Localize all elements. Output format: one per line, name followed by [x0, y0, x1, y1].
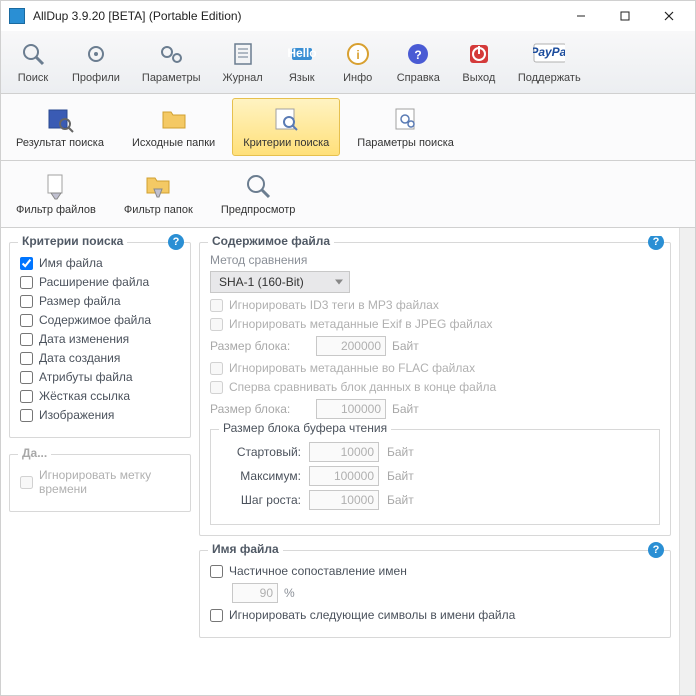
folder-icon — [158, 103, 190, 135]
criteria-item[interactable]: Расширение файла — [20, 275, 180, 289]
tb-exit[interactable]: Выход — [451, 33, 507, 91]
partial-match[interactable]: Частичное сопоставление имен — [210, 564, 660, 578]
filename-title: Имя файла — [208, 542, 283, 556]
lang-icon: Hello — [286, 38, 318, 70]
tb-results[interactable]: Результат поиска — [5, 98, 115, 156]
app-icon — [9, 8, 25, 24]
svg-text:Hello: Hello — [288, 46, 316, 60]
buffer-fieldset: Размер блока буфера чтения Стартовый:Бай… — [210, 429, 660, 525]
close-button[interactable] — [647, 2, 691, 30]
criteria-item[interactable]: Размер файла — [20, 294, 180, 308]
tb-file-filter[interactable]: Фильтр файлов — [5, 165, 107, 223]
info-icon: i — [342, 38, 374, 70]
tb-donate[interactable]: PayPal Поддержать — [507, 33, 592, 91]
help-icon[interactable]: ? — [168, 234, 184, 250]
search-params-icon — [390, 103, 422, 135]
criteria-title: Критерии поиска — [18, 234, 127, 248]
percent-input — [232, 583, 278, 603]
svg-text:PayPal: PayPal — [533, 45, 565, 59]
block-size-input — [316, 336, 386, 356]
content-area: Критерии поиска ? Имя файла Расширение ф… — [1, 228, 679, 695]
percent-row: % — [232, 583, 660, 603]
tb-search-params[interactable]: Параметры поиска — [346, 98, 465, 156]
tb-help[interactable]: ? Справка — [386, 33, 451, 91]
buffer-start — [309, 442, 379, 462]
criteria-icon — [270, 103, 302, 135]
ignore-flac: Игнорировать метаданные во FLAC файлах — [210, 361, 660, 375]
tb-preview[interactable]: Предпросмотр — [210, 165, 307, 223]
tb-criteria[interactable]: Критерии поиска — [232, 98, 340, 156]
block-size-2: Размер блока: Байт — [210, 399, 660, 419]
minimize-button[interactable] — [559, 2, 603, 30]
date-title: Да... — [18, 446, 51, 460]
exit-icon — [463, 38, 495, 70]
ignore-timestamp: Игнорировать метку времени — [20, 468, 180, 496]
ignore-exif: Игнорировать метаданные Exif в JPEG файл… — [210, 317, 660, 331]
main-toolbar: Поиск Профили Параметры Журнал Hello Язы… — [1, 31, 695, 94]
tb-log[interactable]: Журнал — [212, 33, 274, 91]
tb-info[interactable]: i Инфо — [330, 33, 386, 91]
svg-text:?: ? — [415, 48, 422, 62]
folder-filter-icon — [142, 170, 174, 202]
help-icon: ? — [402, 38, 434, 70]
criteria-item[interactable]: Атрибуты файла — [20, 370, 180, 384]
svg-text:i: i — [356, 48, 359, 62]
block-size-1: Размер блока: Байт — [210, 336, 660, 356]
section-toolbar: Результат поиска Исходные папки Критерии… — [1, 94, 695, 161]
preview-icon — [242, 170, 274, 202]
method-label: Метод сравнения — [210, 253, 660, 267]
titlebar: AllDup 3.9.20 [BETA] (Portable Edition) — [1, 1, 695, 31]
filter-toolbar: Фильтр файлов Фильтр папок Предпросмотр — [1, 161, 695, 228]
date-group: Да... Игнорировать метку времени — [9, 454, 191, 512]
results-icon — [44, 103, 76, 135]
vertical-scrollbar[interactable] — [679, 228, 695, 695]
content-title: Содержимое файла — [208, 236, 334, 248]
method-select[interactable]: SHA-1 (160-Bit) — [210, 271, 350, 293]
buffer-title: Размер блока буфера чтения — [219, 421, 391, 435]
tb-params[interactable]: Параметры — [131, 33, 212, 91]
criteria-item[interactable]: Дата изменения — [20, 332, 180, 346]
help-icon[interactable]: ? — [648, 236, 664, 250]
compare-end: Сперва сравнивать блок данных в конце фа… — [210, 380, 660, 394]
file-filter-icon — [40, 170, 72, 202]
buffer-max — [309, 466, 379, 486]
criteria-item[interactable]: Имя файла — [20, 256, 180, 270]
paypal-icon: PayPal — [533, 38, 565, 70]
criteria-item[interactable]: Содержимое файла — [20, 313, 180, 327]
gears-icon — [155, 38, 187, 70]
tb-profiles[interactable]: Профили — [61, 33, 131, 91]
window-title: AllDup 3.9.20 [BETA] (Portable Edition) — [33, 9, 559, 23]
criteria-item[interactable]: Жёсткая ссылка — [20, 389, 180, 403]
tb-lang[interactable]: Hello Язык — [274, 33, 330, 91]
criteria-group: Критерии поиска ? Имя файла Расширение ф… — [9, 242, 191, 438]
block-size-input — [316, 399, 386, 419]
tb-source-folders[interactable]: Исходные папки — [121, 98, 226, 156]
buffer-step — [309, 490, 379, 510]
ignore-id3: Игнорировать ID3 теги в MP3 файлах — [210, 298, 660, 312]
gear-icon — [80, 38, 112, 70]
tb-folder-filter[interactable]: Фильтр папок — [113, 165, 204, 223]
maximize-button[interactable] — [603, 2, 647, 30]
app-window: AllDup 3.9.20 [BETA] (Portable Edition) … — [0, 0, 696, 696]
criteria-item[interactable]: Изображения — [20, 408, 180, 422]
content-group: Содержимое файла ? Метод сравнения SHA-1… — [199, 242, 671, 536]
filename-group: Имя файла ? Частичное сопоставление имен… — [199, 550, 671, 638]
log-icon — [227, 38, 259, 70]
help-icon[interactable]: ? — [648, 542, 664, 558]
ignore-chars[interactable]: Игнорировать следующие символы в имени ф… — [210, 608, 660, 622]
criteria-item[interactable]: Дата создания — [20, 351, 180, 365]
search-icon — [17, 38, 49, 70]
tb-search[interactable]: Поиск — [5, 33, 61, 91]
